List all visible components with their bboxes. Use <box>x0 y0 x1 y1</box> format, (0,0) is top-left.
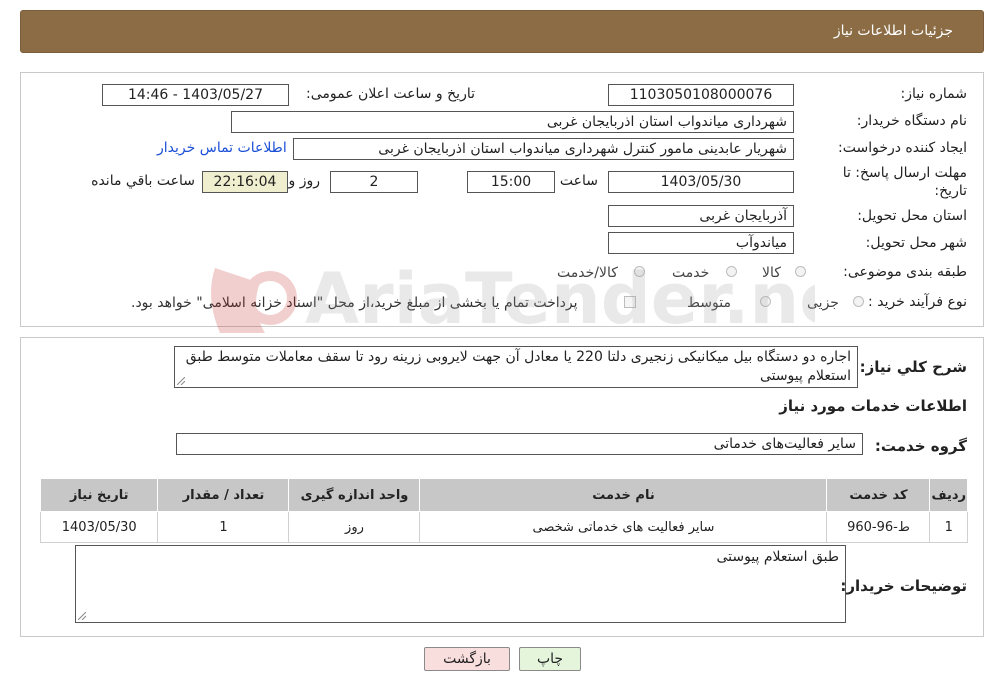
need-number-field: 1103050108000076 <box>608 84 794 106</box>
col-quantity: تعداد / مقدار <box>157 478 290 512</box>
process-label: نوع فرآیند خرید : <box>868 294 967 310</box>
process-radio-medium[interactable] <box>760 296 771 307</box>
col-service-code: کد خدمت <box>826 478 931 512</box>
creator-label: ایجاد کننده درخواست: <box>838 140 967 156</box>
resize-handle-icon[interactable] <box>177 377 185 385</box>
page-title: جزئیات اطلاعات نیاز <box>833 23 953 39</box>
back-button[interactable]: بازگشت <box>424 647 510 671</box>
resize-handle-icon[interactable] <box>78 612 86 620</box>
description-text: اجاره دو دستگاه بیل میکانیکی زنجیری دلتا… <box>185 349 851 384</box>
process-option-medium: متوسط <box>687 295 731 311</box>
process-radio-minor[interactable] <box>853 296 864 307</box>
city-field: میاندوآب <box>608 232 794 254</box>
need-number-label: شماره نیاز: <box>900 86 968 102</box>
services-section-title: اطلاعات خدمات مورد نياز <box>779 397 967 415</box>
buyer-notes-label: توضیحات خریدار: <box>840 577 967 595</box>
page-header: جزئیات اطلاعات نیاز <box>20 10 984 53</box>
col-service-name: نام خدمت <box>419 478 828 512</box>
deadline-date-field: 1403/05/30 <box>608 171 794 193</box>
print-button[interactable]: چاپ <box>519 647 581 671</box>
buyer-org-field: شهرداری میاندواب استان اذربایجان غربی <box>231 111 794 133</box>
category-radio-goods[interactable] <box>795 266 806 277</box>
description-field: اجاره دو دستگاه بیل میکانیکی زنجیری دلتا… <box>174 346 858 388</box>
category-option-goods: کالا <box>762 265 781 281</box>
days-field: 2 <box>330 171 418 193</box>
description-label: شرح کلي نياز: <box>859 358 967 376</box>
announce-field: 1403/05/27 - 14:46 <box>102 84 289 106</box>
services-table: ردیف کد خدمت نام خدمت واحد اندازه گیری ت… <box>39 478 968 543</box>
services-table-header: ردیف کد خدمت نام خدمت واحد اندازه گیری ت… <box>39 478 968 512</box>
service-group-field: سایر فعالیت‌های خدماتی <box>176 433 863 455</box>
cell-row-number: 1 <box>929 511 968 543</box>
table-row: 1 ط-96-960 سایر فعالیت های خدماتی شخصی ر… <box>39 511 968 543</box>
deadline-time-label: ساعت <box>559 173 598 189</box>
province-field: آذربایجان غربی <box>608 205 794 227</box>
category-radio-service[interactable] <box>726 266 737 277</box>
treasury-payment-checkbox[interactable] <box>624 296 636 308</box>
col-unit: واحد اندازه گیری <box>288 478 421 512</box>
cell-service-name: سایر فعالیت های خدماتی شخصی <box>419 511 828 543</box>
cell-quantity: 1 <box>157 511 290 543</box>
buyer-org-label: نام دستگاه خریدار: <box>856 113 967 129</box>
buyer-contact-link[interactable]: اطلاعات تماس خریدار <box>157 140 287 156</box>
announce-label: تاریخ و ساعت اعلان عمومی: <box>306 86 475 102</box>
remaining-time-field: 22:16:04 <box>202 171 288 193</box>
deadline-time-field: 15:00 <box>467 171 555 193</box>
buyer-notes-field: طبق استعلام پیوستی <box>75 545 846 623</box>
deadline-label-date: تاریخ: <box>934 183 967 199</box>
creator-field: شهریار عابدینی مامور کنترل شهرداری میاند… <box>293 138 794 160</box>
days-label: روز و <box>288 173 321 189</box>
cell-unit: روز <box>288 511 421 543</box>
category-radio-goods-service[interactable] <box>634 266 645 277</box>
buyer-notes-text: طبق استعلام پیوستی <box>716 549 839 565</box>
service-group-label: گروه خدمت: <box>874 437 967 455</box>
col-need-date: تاریخ نیاز <box>39 478 159 512</box>
cell-need-date: 1403/05/30 <box>39 511 159 543</box>
category-option-service: خدمت <box>672 265 710 281</box>
category-label: طبقه بندی موضوعی: <box>843 264 967 280</box>
cell-service-code: ط-96-960 <box>826 511 931 543</box>
treasury-payment-note: پرداخت تمام یا بخشی از مبلغ خرید،از محل … <box>131 295 578 311</box>
province-label: استان محل تحویل: <box>857 208 967 224</box>
deadline-label: مهلت ارسال پاسخ: تا <box>842 165 967 181</box>
category-option-goods-service: کالا/خدمت <box>557 265 618 281</box>
city-label: شهر محل تحویل: <box>865 235 967 251</box>
col-row-number: ردیف <box>929 478 968 512</box>
remaining-label: ساعت باقي مانده <box>91 173 195 189</box>
process-option-minor: جزیی <box>807 295 839 311</box>
